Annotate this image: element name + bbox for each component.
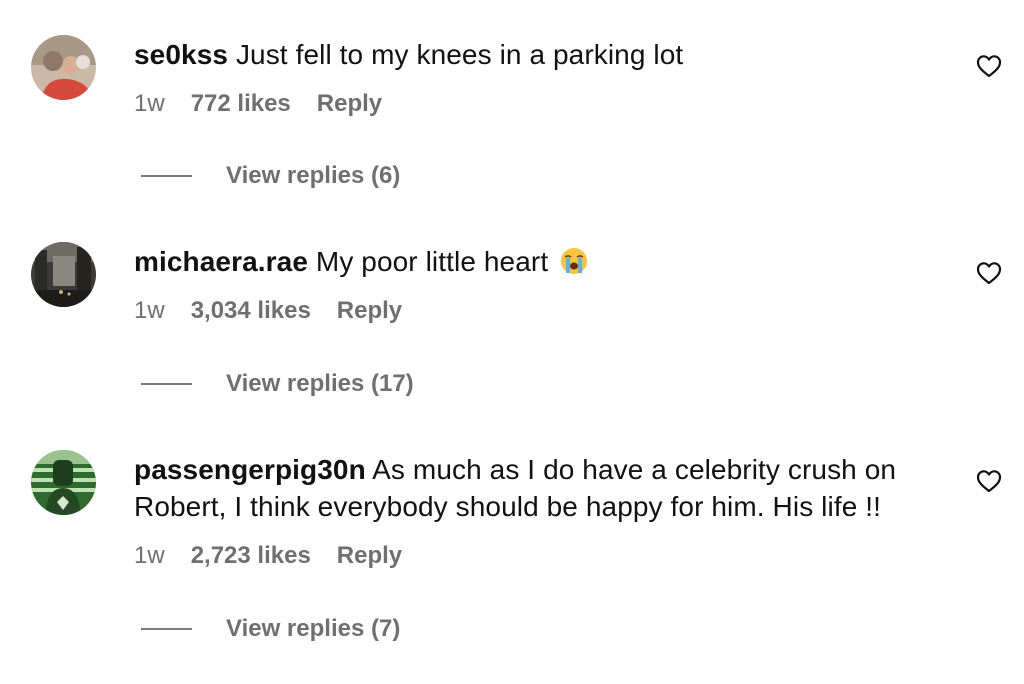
like-count[interactable]: 2,723 likes <box>191 542 311 570</box>
comment-text: passengerpig30n As much as I do have a c… <box>134 451 896 525</box>
comment-meta: 1w 2,723 likes Reply <box>134 542 402 570</box>
comment-body-continued: Robert, I think everybody should be happ… <box>134 491 882 522</box>
like-count[interactable]: 3,034 likes <box>191 297 311 325</box>
reply-button[interactable]: Reply <box>337 542 402 570</box>
profile-photo-icon <box>31 450 96 515</box>
comment-timestamp: 1w <box>134 542 165 569</box>
reply-button[interactable]: Reply <box>337 297 402 325</box>
like-count[interactable]: 772 likes <box>191 90 291 118</box>
heart-outline-icon[interactable] <box>976 261 1002 285</box>
heart-outline-icon[interactable] <box>976 469 1002 493</box>
profile-photo-icon <box>31 35 96 100</box>
profile-photo-icon <box>31 242 96 307</box>
comment-body: Just fell to my knees in a parking lot <box>235 39 684 70</box>
avatar[interactable] <box>31 35 96 100</box>
reply-button[interactable]: Reply <box>317 90 382 118</box>
heart-outline-icon[interactable] <box>976 54 1002 78</box>
comment-meta: 1w 3,034 likes Reply <box>134 297 402 325</box>
comment-username[interactable]: se0kss <box>134 39 228 70</box>
comment-meta: 1w 772 likes Reply <box>134 90 382 118</box>
view-replies-label: View replies (17) <box>226 370 414 397</box>
comment-body: My poor little heart <box>315 246 549 277</box>
comment-text: se0kss Just fell to my knees in a parkin… <box>134 36 683 73</box>
view-replies-label: View replies (6) <box>226 162 401 189</box>
view-replies-label: View replies (7) <box>226 615 401 642</box>
loudly-crying-face-emoji-icon <box>561 248 588 274</box>
view-replies-button[interactable]: View replies (17) <box>141 370 414 398</box>
comment-username[interactable]: passengerpig30n <box>134 454 366 485</box>
view-replies-button[interactable]: View replies (7) <box>141 615 400 643</box>
comment-text: michaera.rae My poor little heart <box>134 243 588 280</box>
comment-timestamp: 1w <box>134 297 165 324</box>
comment-username[interactable]: michaera.rae <box>134 246 308 277</box>
comment-body: As much as I do have a celebrity crush o… <box>372 454 897 485</box>
avatar[interactable] <box>31 450 96 515</box>
replies-divider <box>141 383 192 385</box>
avatar[interactable] <box>31 242 96 307</box>
view-replies-button[interactable]: View replies (6) <box>141 162 400 190</box>
comment-timestamp: 1w <box>134 90 165 117</box>
replies-divider <box>141 175 192 177</box>
replies-divider <box>141 628 192 630</box>
